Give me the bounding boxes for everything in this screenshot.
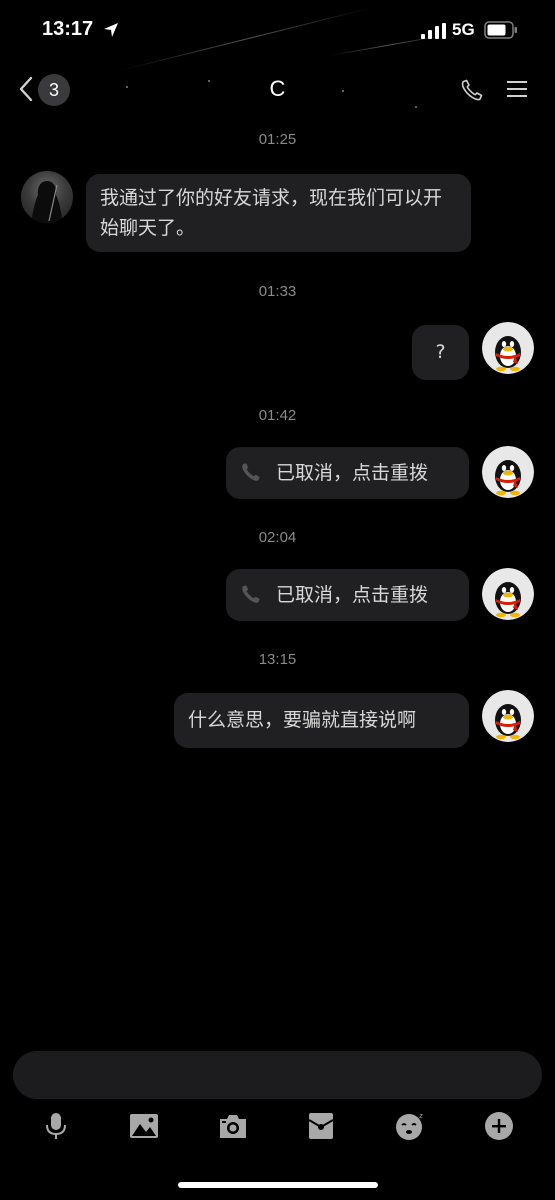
hooded-figure-icon [31,181,63,223]
plus-icon[interactable] [483,1110,515,1142]
message-text: 什么意思，要骗就直接说啊 [188,709,417,731]
my-avatar[interactable] [482,568,534,620]
message-text: ? [435,341,446,363]
message-input[interactable] [13,1051,542,1099]
message-timestamp: 02:04 [258,529,297,546]
unread-count-badge[interactable]: 3 [38,74,70,106]
location-arrow-icon [104,23,118,37]
contact-avatar[interactable] [21,171,73,223]
my-avatar[interactable] [482,690,534,742]
chat-header: 3 C [0,66,555,114]
qq-penguin-icon [482,568,534,620]
microphone-icon[interactable] [40,1110,72,1142]
status-time: 13:17 [42,18,94,40]
qq-penguin-icon [482,690,534,742]
message-text: 已取消，点击重拨 [276,584,429,606]
my-avatar[interactable] [482,322,534,374]
message-text: 已取消，点击重拨 [276,462,429,484]
message-timestamp: 13:15 [258,651,297,668]
message-timestamp: 01:33 [258,283,297,300]
phone-icon [242,463,260,481]
call-record-bubble[interactable]: 已取消，点击重拨 [226,447,469,499]
incoming-message-bubble[interactable]: 我通过了你的好友请求，现在我们可以开始聊天了。 [86,174,471,252]
image-icon[interactable] [128,1110,160,1142]
qq-penguin-icon [482,322,534,374]
message-text: 我通过了你的好友请求，现在我们可以开始聊天了。 [100,187,443,239]
message-timestamp: 01:42 [258,407,297,424]
red-packet-icon[interactable] [305,1110,337,1142]
svg-text:z: z [419,1112,423,1120]
camera-icon[interactable] [217,1110,249,1142]
message-timestamp: 01:25 [258,131,297,148]
phone-icon[interactable] [460,78,484,102]
call-record-bubble[interactable]: 已取消，点击重拨 [226,569,469,621]
cellular-signal-icon [421,23,446,39]
qq-penguin-icon [482,446,534,498]
back-chevron-icon[interactable] [18,76,34,102]
network-type: 5G [452,20,475,39]
my-avatar[interactable] [482,446,534,498]
phone-icon [242,585,260,603]
emoji-icon[interactable]: z [394,1110,426,1142]
outgoing-message-bubble[interactable]: 什么意思，要骗就直接说啊 [174,693,469,748]
battery-icon [484,21,517,39]
menu-icon[interactable] [506,79,528,99]
home-indicator[interactable] [178,1182,378,1188]
outgoing-message-bubble[interactable]: ? [412,325,469,380]
status-bar: 13:17 5G [0,0,555,60]
